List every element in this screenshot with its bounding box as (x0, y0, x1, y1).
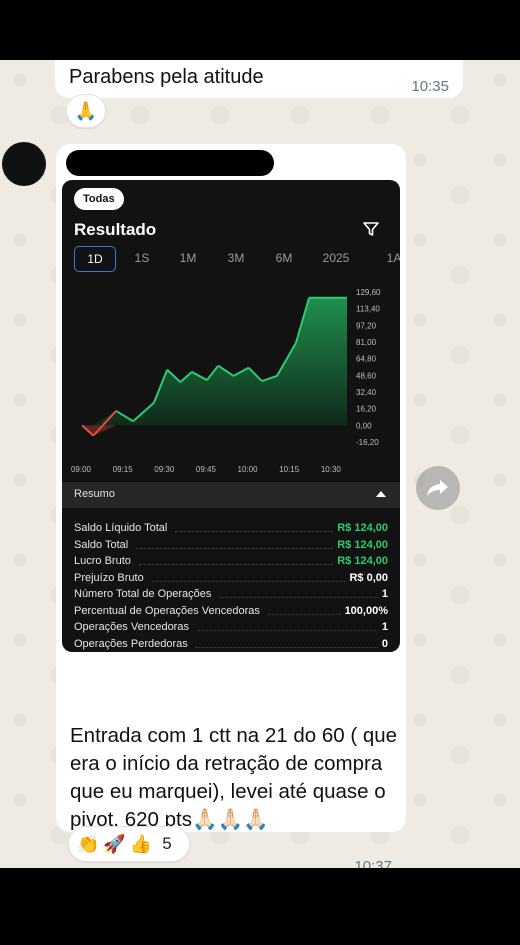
area-fill-positive (82, 297, 347, 426)
period-tab-1a[interactable]: 1A (376, 246, 400, 272)
result-title: Resultado (74, 220, 157, 239)
area-fill-negative (82, 425, 134, 436)
summary-row: Operações Perdedoras 0 (74, 636, 388, 653)
summary-row: Saldo Total R$ 124,00 (74, 537, 388, 554)
summary-label: Percentual de Operações Vencedoras (74, 604, 260, 617)
period-tab-6m[interactable]: 6M (266, 246, 302, 272)
message-time: 10:37 (354, 858, 392, 868)
y-tick-label: 48,60 (356, 371, 377, 380)
avatar[interactable] (2, 142, 46, 186)
summary-label: Lucro Bruto (74, 555, 131, 568)
reaction-count: 5 (162, 834, 172, 853)
filter-funnel-icon (363, 222, 379, 236)
y-tick-label: 97,20 (356, 321, 377, 330)
period-tab-3m[interactable]: 3M (218, 246, 254, 272)
summary-table: Saldo Líquido Total R$ 124,00 Saldo Total R… (74, 520, 388, 652)
period-selector: 1D 1S 1M 3M 6M 2025 1A (74, 246, 400, 272)
leader-dots (267, 607, 341, 615)
summary-label: Operações Vencedoras (74, 621, 189, 634)
x-tick-label: 10:00 (238, 465, 259, 474)
summary-row: Prejuízo Bruto R$ 0,00 (74, 570, 388, 587)
summary-value: 0 (381, 637, 388, 650)
summary-value: R$ 0,00 (349, 571, 388, 584)
summary-label: Número Total de Operações (74, 588, 212, 601)
rocket-reaction-icon: 🚀 (103, 834, 126, 854)
leader-dots (175, 524, 334, 533)
period-tab-1m[interactable]: 1M (170, 246, 206, 272)
summary-label: Saldo Líquido Total (74, 522, 168, 535)
summary-label: Prejuízo Bruto (74, 571, 144, 584)
summary-label: Operações Perdedoras (74, 637, 188, 650)
x-tick-label: 09:00 (71, 465, 92, 474)
summary-header: Resumo (62, 482, 400, 508)
message-text: Parabens pela atitude (69, 66, 264, 88)
y-tick-label: 64,80 (356, 355, 377, 364)
sender-name-redacted (66, 150, 274, 176)
leader-dots (138, 557, 334, 566)
clap-reaction-icon: 👏 (77, 834, 100, 854)
summary-label: Saldo Total (74, 538, 129, 551)
result-chart: 129,60 113,40 97,20 81,00 64,80 48,60 32,40 16,… (71, 288, 381, 474)
message-text: Entrada com 1 ctt na 21 do 60 ( que era … (70, 724, 398, 831)
period-tab-2025[interactable]: 2025 (318, 246, 354, 272)
y-tick-label: 0,00 (356, 421, 372, 430)
leader-dots (136, 541, 334, 549)
reaction-pill[interactable]: 🙏 (66, 94, 106, 128)
x-tick-label: 09:15 (113, 465, 134, 474)
summary-row: Operações Vencedoras 1 (74, 619, 388, 636)
message-bubble-image[interactable]: Todas Resultado 1D 1S 1M 3M 6M 2025 1A 129,60 1… (56, 144, 406, 868)
status-bar-area (0, 0, 520, 60)
reaction-pill[interactable]: 👏 🚀 👍 5 (68, 826, 190, 862)
x-tick-label: 10:15 (279, 465, 300, 474)
period-tab-1d[interactable]: 1D (74, 246, 116, 272)
summary-header-label: Resumo (74, 488, 115, 500)
y-tick-label: 32,40 (356, 388, 377, 397)
leader-dots (151, 574, 346, 582)
summary-row: Percentual de Operações Vencedoras 100,00… (74, 603, 388, 620)
y-tick-label: 113,40 (356, 305, 380, 314)
caret-up-icon (376, 491, 386, 497)
forward-button[interactable] (416, 466, 460, 510)
summary-row: Lucro Bruto R$ 124,00 (74, 553, 388, 570)
attached-image[interactable]: Todas Resultado 1D 1S 1M 3M 6M 2025 1A 129,60 1… (62, 180, 400, 652)
y-tick-label: 81,00 (356, 338, 377, 347)
pray-reaction-icon: 🙏 (74, 101, 98, 121)
x-tick-label: 09:45 (196, 465, 217, 474)
y-tick-label: -16,20 (356, 438, 379, 447)
x-tick-label: 10:30 (321, 465, 342, 474)
y-tick-label: 129,60 (356, 288, 381, 297)
summary-value: R$ 124,00 (337, 522, 388, 535)
period-tab-1s[interactable]: 1S (124, 246, 160, 272)
summary-value: 1 (381, 621, 388, 634)
leader-dots (195, 640, 378, 648)
summary-row: Saldo Líquido Total R$ 124,00 (74, 520, 388, 537)
filter-chip-all: Todas (74, 188, 124, 210)
summary-value: 100,00% (344, 604, 388, 617)
thumbs-up-reaction-icon: 👍 (129, 834, 153, 854)
chat-background: Parabens pela atitude 10:35 🙏 Todas Resu… (0, 60, 520, 868)
summary-row: Número Total de Operações 1 (74, 586, 388, 603)
x-tick-label: 09:30 (154, 465, 175, 474)
summary-value: 1 (381, 588, 388, 601)
leader-dots (196, 623, 378, 632)
y-tick-label: 16,20 (356, 405, 377, 414)
summary-value: R$ 124,00 (337, 538, 388, 551)
forward-arrow-icon (427, 480, 448, 496)
leader-dots (219, 590, 378, 599)
message-time: 10:35 (411, 78, 449, 95)
message-bubble-incoming[interactable]: Parabens pela atitude 10:35 (55, 60, 463, 98)
summary-value: R$ 124,00 (337, 555, 388, 568)
navigation-bar-area (0, 868, 520, 945)
